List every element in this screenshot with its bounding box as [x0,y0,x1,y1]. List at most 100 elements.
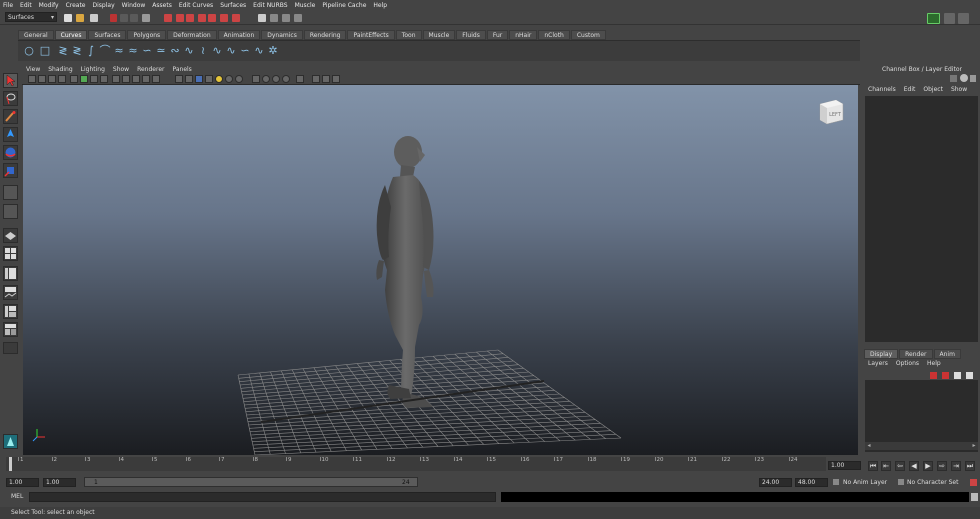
shelf-tab-rendering[interactable]: Rendering [303,30,347,40]
layer-scrollbar[interactable]: ◂ ▸ [865,442,978,450]
shelf-tab-painteffects[interactable]: PaintEffects [347,30,395,40]
cut-curve-icon[interactable]: ∿ [225,45,237,57]
menu-pipeline-cache[interactable]: Pipeline Cache [322,2,366,9]
four-pane-layout-icon[interactable] [3,246,18,261]
layer-down-icon[interactable] [966,372,973,379]
menu-edit[interactable]: Edit [20,2,32,9]
use-default-material-icon[interactable] [195,75,203,83]
anim-layer-dropdown[interactable]: No Anim Layer [833,478,897,487]
panel-menu-renderer[interactable]: Renderer [137,66,164,73]
lasso-tool-icon[interactable] [3,91,18,106]
move-tool-icon[interactable] [3,127,18,142]
time-slider[interactable]: 1 2 3 4 5 6 7 8 9 10 11 12 13 14 15 16 17 18 19 20 21 22 23 24 [6,457,826,471]
panel-menu-lighting[interactable]: Lighting [81,66,105,73]
film-gate-icon[interactable] [80,75,88,83]
go-to-start-icon[interactable]: ⏮ [868,461,878,471]
shadows-icon[interactable] [235,75,243,83]
character-set-dropdown[interactable]: No Character Set [898,478,980,487]
history-icon[interactable] [232,14,240,22]
viewcube[interactable]: LEFT [818,98,844,126]
bookmarks-icon[interactable] [48,75,56,83]
snap-point-icon[interactable] [186,14,194,22]
save-scene-icon[interactable] [90,14,98,22]
layout-settings-icon[interactable] [3,342,18,354]
hq-render-icon[interactable] [262,75,270,83]
end-time-field[interactable]: 48.00 [795,478,828,487]
playback-end-field[interactable]: 24.00 [759,478,792,487]
menu-surfaces[interactable]: Surfaces [220,2,246,9]
channel-menu-edit[interactable]: Edit [904,86,916,96]
snap-grid-icon[interactable] [164,14,172,22]
quick-layout-icon[interactable] [3,434,18,449]
textured-icon[interactable] [185,75,193,83]
channel-menu-show[interactable]: Show [951,86,967,96]
nurbs-circle-icon[interactable]: ○ [23,45,35,57]
viewport-options-icon[interactable] [322,75,330,83]
all-lights-icon[interactable] [225,75,233,83]
render-settings-icon[interactable] [294,14,302,22]
add-points-icon[interactable]: ≀ [197,45,209,57]
viewport-2-icon[interactable] [332,75,340,83]
show-channel-box-icon[interactable] [958,13,969,24]
menu-create[interactable]: Create [66,2,86,9]
human-figure[interactable] [376,136,434,408]
fillet-curve-icon[interactable]: ∽ [239,45,251,57]
script-editor-icon[interactable] [971,493,978,501]
field-chart-icon[interactable] [112,75,120,83]
step-forward-frame-icon[interactable]: ⇥ [951,461,961,471]
render-view-icon[interactable] [258,14,266,22]
nurbs-square-icon[interactable]: □ [39,45,51,57]
wireframe-icon[interactable] [142,75,150,83]
go-to-end-icon[interactable]: ⏭ [965,461,975,471]
menu-help[interactable]: Help [373,2,387,9]
camera-attributes-icon[interactable] [38,75,46,83]
layer-menu-options[interactable]: Options [896,360,919,367]
insert-knot-icon[interactable]: ∽ [141,45,153,57]
current-frame-field[interactable]: 1.00 [828,461,861,470]
menu-modify[interactable]: Modify [39,2,59,9]
motion-blur-icon[interactable] [282,75,290,83]
menu-set-dropdown[interactable]: Surfaces ▾ [5,12,57,22]
shelf-tab-general[interactable]: General [18,30,54,40]
snap-surface-icon[interactable] [208,14,216,22]
snap-plane-icon[interactable] [198,14,206,22]
paint-select-tool-icon[interactable] [3,109,18,124]
scale-tool-icon[interactable] [3,163,18,178]
shelf-tab-muscle[interactable]: Muscle [422,30,456,40]
open-scene-icon[interactable] [76,14,84,22]
layer-tab-anim[interactable]: Anim [933,349,961,359]
shelf-tab-toon[interactable]: Toon [395,30,422,40]
snap-curve-icon[interactable] [176,14,184,22]
lock-selection-icon[interactable] [142,14,150,22]
step-back-key-icon[interactable]: ⇦ [895,461,905,471]
persp-graph-layout-icon[interactable] [3,285,18,300]
menu-edit-nurbs[interactable]: Edit NURBS [253,2,287,9]
show-tool-settings-icon[interactable] [944,13,955,24]
auto-key-icon[interactable] [970,479,977,486]
step-forward-key-icon[interactable]: ⇨ [937,461,947,471]
grid-toggle-icon[interactable] [70,75,78,83]
layer-menu-layers[interactable]: Layers [868,360,888,367]
playback-start-field[interactable]: 1.00 [43,478,76,487]
snap-live-icon[interactable] [220,14,228,22]
scroll-left-icon[interactable]: ◂ [865,442,873,450]
smooth-curve-icon[interactable]: ∿ [253,45,265,57]
panel-menu-view[interactable]: View [26,66,40,73]
shelf-tab-surfaces[interactable]: Surfaces [88,30,127,40]
play-forwards-icon[interactable]: ▶ [923,461,933,471]
detach-curves-icon[interactable]: ≈ [127,45,139,57]
extend-curve-icon[interactable]: ≃ [155,45,167,57]
safe-title-icon[interactable] [132,75,140,83]
resolution-gate-icon[interactable] [90,75,98,83]
viewport-perspective[interactable] [23,85,858,455]
current-time-marker[interactable] [9,457,12,471]
shelf-tab-deformation[interactable]: Deformation [167,30,217,40]
render-icon[interactable] [270,14,278,22]
channel-menu-channels[interactable]: Channels [868,86,896,96]
shelf-tab-custom[interactable]: Custom [570,30,606,40]
tool-settings-icon[interactable] [970,75,976,82]
select-tool-icon[interactable] [3,73,18,88]
select-object-icon[interactable] [120,14,128,22]
select-hierarchy-icon[interactable] [110,14,117,22]
channel-box-panel[interactable] [865,96,978,342]
